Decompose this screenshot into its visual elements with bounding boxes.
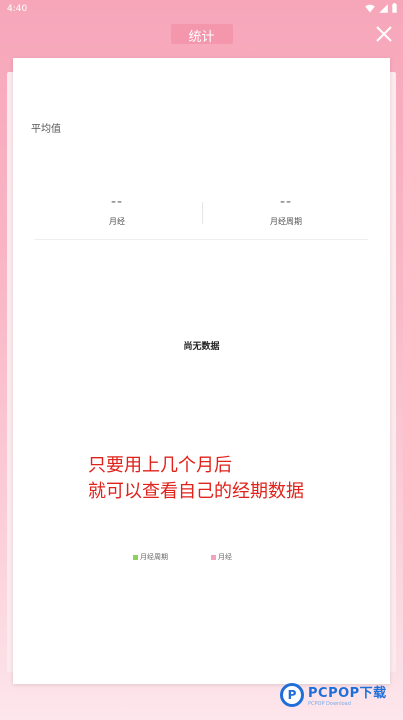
title-bar: 统计 <box>0 20 403 48</box>
average-section-title: 平均值 <box>31 124 61 135</box>
legend-swatch-cycle <box>133 554 138 560</box>
legend-item-cycle: 月经周期 <box>133 552 168 562</box>
promo-line-2: 就可以查看自己的经期数据 <box>88 481 304 502</box>
page-title: 统计 <box>188 30 215 45</box>
battery-icon <box>392 3 397 13</box>
stat-cycle-label: 月经周期 <box>270 217 302 226</box>
watermark-text: PCPOP下载 PCPOP Download <box>308 682 387 707</box>
close-button[interactable] <box>373 23 395 45</box>
status-time: 4:40 <box>7 4 28 14</box>
wifi-icon <box>365 4 375 12</box>
signal-icon <box>379 3 388 13</box>
statistics-card: 平均值 -- 月经 -- 月经周期 尚无数据 只要用上几个月后 就可以查看自己的… <box>13 58 390 684</box>
stat-period-value: -- <box>110 194 124 210</box>
watermark: P PCPOP下载 PCPOP Download <box>280 682 387 707</box>
legend-label-period: 月经 <box>218 553 232 561</box>
promo-line-1: 只要用上几个月后 <box>88 455 232 476</box>
empty-state-text: 尚无数据 <box>183 342 220 352</box>
promo-text: 只要用上几个月后 就可以查看自己的经期数据 <box>88 453 304 505</box>
divider <box>35 239 368 240</box>
legend-label-cycle: 月经周期 <box>140 553 168 561</box>
watermark-brand: PCPOP下载 <box>308 686 387 701</box>
stat-period-label: 月经 <box>109 217 125 226</box>
watermark-sub: PCPOP Download <box>308 701 351 707</box>
stat-cycle: -- 月经周期 <box>196 194 376 227</box>
stat-cycle-value: -- <box>279 194 293 210</box>
legend-item-period: 月经 <box>211 552 232 562</box>
close-icon <box>376 26 392 42</box>
status-icons <box>365 3 397 13</box>
stat-period: -- 月经 <box>27 194 207 227</box>
legend-swatch-period <box>211 554 216 560</box>
status-bar: 4:40 <box>0 0 403 18</box>
pcpop-logo: P <box>280 682 304 707</box>
